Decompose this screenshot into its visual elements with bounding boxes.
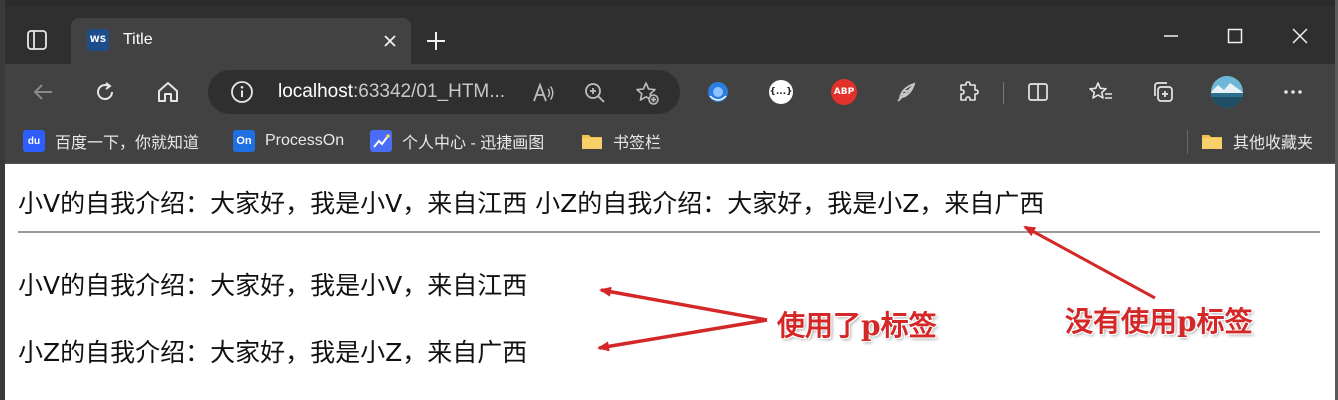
read-aloud-icon — [533, 82, 554, 102]
more-menu-button[interactable] — [1273, 72, 1313, 112]
arrow-to-paragraph-2 — [597, 318, 768, 352]
bookmark-label: 书签栏 — [613, 135, 662, 152]
home-button[interactable] — [148, 72, 188, 112]
zoom-in-icon — [585, 83, 605, 103]
folder-icon — [1202, 135, 1222, 149]
bookmark-processon[interactable]: On ProcessOn — [233, 128, 344, 154]
back-button[interactable] — [23, 72, 63, 112]
bookmarks-separator — [1187, 130, 1188, 154]
extension-blue-icon — [708, 82, 728, 102]
annotation-not-used-p-tag: 没有使用p标签 — [1065, 305, 1253, 338]
browser-toolbar: localhost:63342/01_HTM... {...} ABP — [5, 64, 1335, 120]
new-tab-button[interactable] — [419, 24, 453, 58]
adblock-button[interactable]: ABP — [824, 72, 864, 112]
zoom-button[interactable] — [582, 80, 608, 106]
favorites-button[interactable] — [1081, 72, 1121, 112]
tab-actions-icon — [27, 30, 47, 50]
read-aloud-button[interactable] — [530, 80, 556, 106]
url-text[interactable]: localhost:63342/01_HTM... — [278, 81, 505, 103]
plus-icon — [427, 32, 445, 50]
bookmark-xunjie[interactable]: 个人中心 - 迅捷画图 — [370, 128, 544, 154]
split-screen-icon — [1028, 83, 1048, 101]
more-icon — [1284, 90, 1302, 94]
close-window-button[interactable] — [1280, 18, 1320, 54]
address-bar[interactable]: localhost:63342/01_HTM... — [208, 70, 680, 114]
tab-actions-button[interactable] — [17, 20, 57, 60]
tab-title[interactable]: WS Title — [71, 18, 411, 64]
bookmark-label: 个人中心 - 迅捷画图 — [402, 135, 545, 152]
extension-feather-icon — [897, 82, 916, 102]
tab-close-button[interactable] — [377, 28, 403, 54]
bookmark-baidu[interactable]: du 百度一下，你就知道 — [23, 128, 199, 154]
tab-title-label: Title — [123, 31, 153, 48]
refresh-icon — [97, 82, 114, 101]
split-screen-button[interactable] — [1018, 72, 1058, 112]
processon-icon: On — [233, 130, 255, 152]
url-host: localhost — [278, 81, 353, 102]
toolbar-separator — [1003, 82, 1004, 104]
home-icon — [158, 82, 178, 102]
back-arrow-icon — [33, 84, 52, 100]
annotation-arrows — [597, 225, 1156, 352]
bookmark-folder[interactable]: 书签栏 — [581, 128, 661, 154]
favorites-icon — [1089, 82, 1112, 99]
arrow-to-paragraph-1 — [599, 286, 768, 322]
maximize-button[interactable] — [1215, 18, 1255, 54]
maximize-icon — [1227, 28, 1243, 44]
close-icon — [384, 35, 396, 47]
minimize-icon — [1164, 35, 1178, 37]
bookmark-label: 百度一下，你就知道 — [55, 135, 200, 152]
refresh-button[interactable] — [85, 72, 125, 112]
add-favorite-button[interactable] — [634, 80, 660, 106]
arrow-to-inline-line — [1023, 225, 1156, 300]
profile-button[interactable] — [1207, 72, 1247, 112]
bookmark-label: ProcessOn — [265, 132, 345, 149]
extension-code-icon: {...} — [769, 80, 793, 104]
other-bookmarks-folder[interactable]: 其他收藏夹 — [1201, 128, 1313, 154]
annotation-used-p-tag: 使用了p标签 — [777, 309, 937, 342]
extension-feather-button[interactable] — [886, 72, 926, 112]
avatar — [1211, 76, 1243, 108]
collections-button[interactable] — [1143, 72, 1183, 112]
page-content: 小V的自我介绍：大家好，我是小V，来自江西 小Z的自我介绍：大家好，我是小Z，来… — [5, 165, 1335, 400]
webstorm-icon: WS — [87, 29, 109, 51]
xunjie-icon — [370, 130, 392, 152]
info-icon[interactable] — [230, 80, 254, 104]
folder-icon — [582, 135, 602, 149]
extension-code-button[interactable]: {...} — [761, 72, 801, 112]
close-icon — [1292, 28, 1308, 44]
url-path: :63342/01_HTM... — [353, 81, 506, 102]
tab-bar: WS Title — [5, 6, 1335, 64]
collections-icon — [1154, 82, 1173, 102]
adblock-icon: ABP — [831, 79, 857, 105]
baidu-icon: du — [23, 130, 45, 152]
star-add-icon — [636, 82, 659, 105]
bookmarks-bar: du 百度一下，你就知道 On ProcessOn 个人中心 - 迅捷画图 书签… — [5, 120, 1335, 164]
extension-blue-button[interactable] — [698, 72, 738, 112]
other-bookmarks-label: 其他收藏夹 — [1233, 135, 1314, 152]
extensions-button[interactable] — [949, 72, 989, 112]
puzzle-icon — [960, 81, 979, 101]
minimize-button[interactable] — [1151, 18, 1191, 54]
